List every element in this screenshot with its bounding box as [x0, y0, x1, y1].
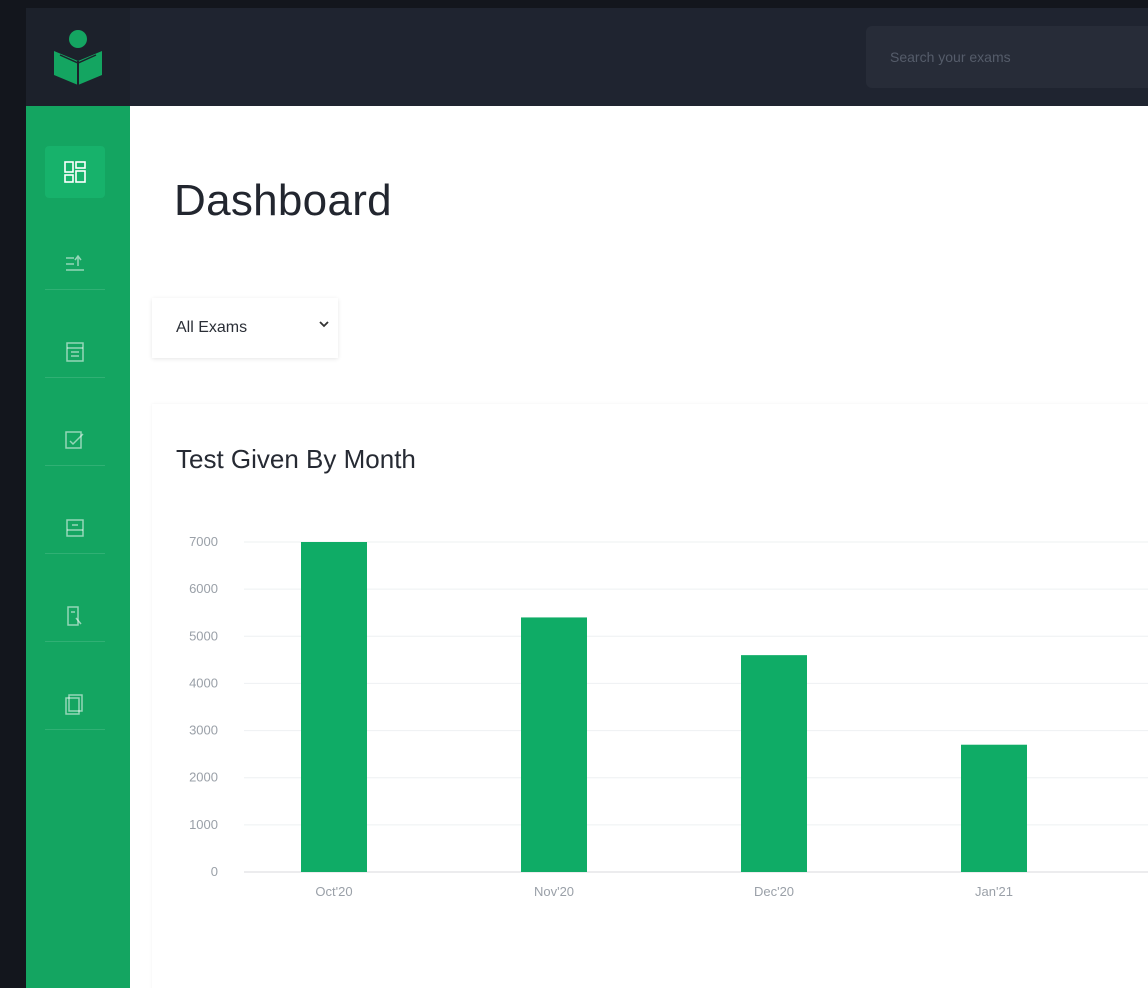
- x-tick-label: Oct'20: [315, 884, 352, 899]
- search-box[interactable]: [866, 26, 1148, 88]
- y-tick-label: 4000: [189, 675, 218, 690]
- results-icon: [66, 518, 84, 537]
- chart-card: Test Given By Month 0 1000 2000 3000 4000 500…: [152, 404, 1148, 988]
- documents-icon: [65, 693, 83, 715]
- y-tick-label: 2000: [189, 770, 218, 785]
- bar-chart: 0 1000 2000 3000 4000 5000 6000 7000 Oct'20 Nov'2…: [189, 534, 1148, 899]
- app-window: Dashboard All Exams Test Given By Month …: [26, 8, 1148, 988]
- sidebar-item-reports[interactable]: [45, 590, 105, 642]
- calendar-icon: [66, 341, 84, 362]
- sidebar-item-calendar[interactable]: [45, 326, 105, 378]
- main-content: Dashboard All Exams Test Given By Month …: [130, 106, 1148, 988]
- bar[interactable]: [521, 617, 587, 872]
- top-bar: [26, 8, 1148, 106]
- logo[interactable]: [26, 8, 130, 106]
- bar[interactable]: [961, 744, 1027, 872]
- y-tick-label: 3000: [189, 723, 218, 738]
- search-input[interactable]: [888, 48, 1148, 66]
- x-tick-label: Nov'20: [534, 884, 574, 899]
- sidebar-item-dashboard[interactable]: [45, 146, 105, 198]
- exam-filter-value: All Exams: [176, 319, 248, 336]
- sidebar-item-documents[interactable]: [45, 678, 105, 730]
- exam-filter-dropdown[interactable]: All Exams: [152, 298, 338, 358]
- sidebar: [26, 106, 130, 988]
- sidebar-item-edit-exam[interactable]: [45, 414, 105, 466]
- sidebar-item-results[interactable]: [45, 502, 105, 554]
- y-tick-label: 7000: [189, 534, 218, 549]
- report-icon: [67, 605, 82, 626]
- exam-list-icon: [66, 254, 84, 271]
- chevron-down-icon: [319, 321, 329, 328]
- app-logo-icon: [54, 30, 102, 85]
- edit-exam-icon: [65, 430, 84, 449]
- dashboard-icon: [64, 161, 86, 183]
- sidebar-item-exams[interactable]: [45, 238, 105, 290]
- bar[interactable]: [741, 655, 807, 872]
- page-title: Dashboard: [174, 176, 392, 225]
- y-tick-label: 1000: [189, 817, 218, 832]
- x-tick-label: Dec'20: [754, 884, 794, 899]
- bar[interactable]: [301, 542, 367, 872]
- y-tick-label: 6000: [189, 581, 218, 596]
- y-tick-label: 5000: [189, 628, 218, 643]
- x-tick-label: Jan'21: [975, 884, 1013, 899]
- y-tick-label: 0: [211, 864, 218, 879]
